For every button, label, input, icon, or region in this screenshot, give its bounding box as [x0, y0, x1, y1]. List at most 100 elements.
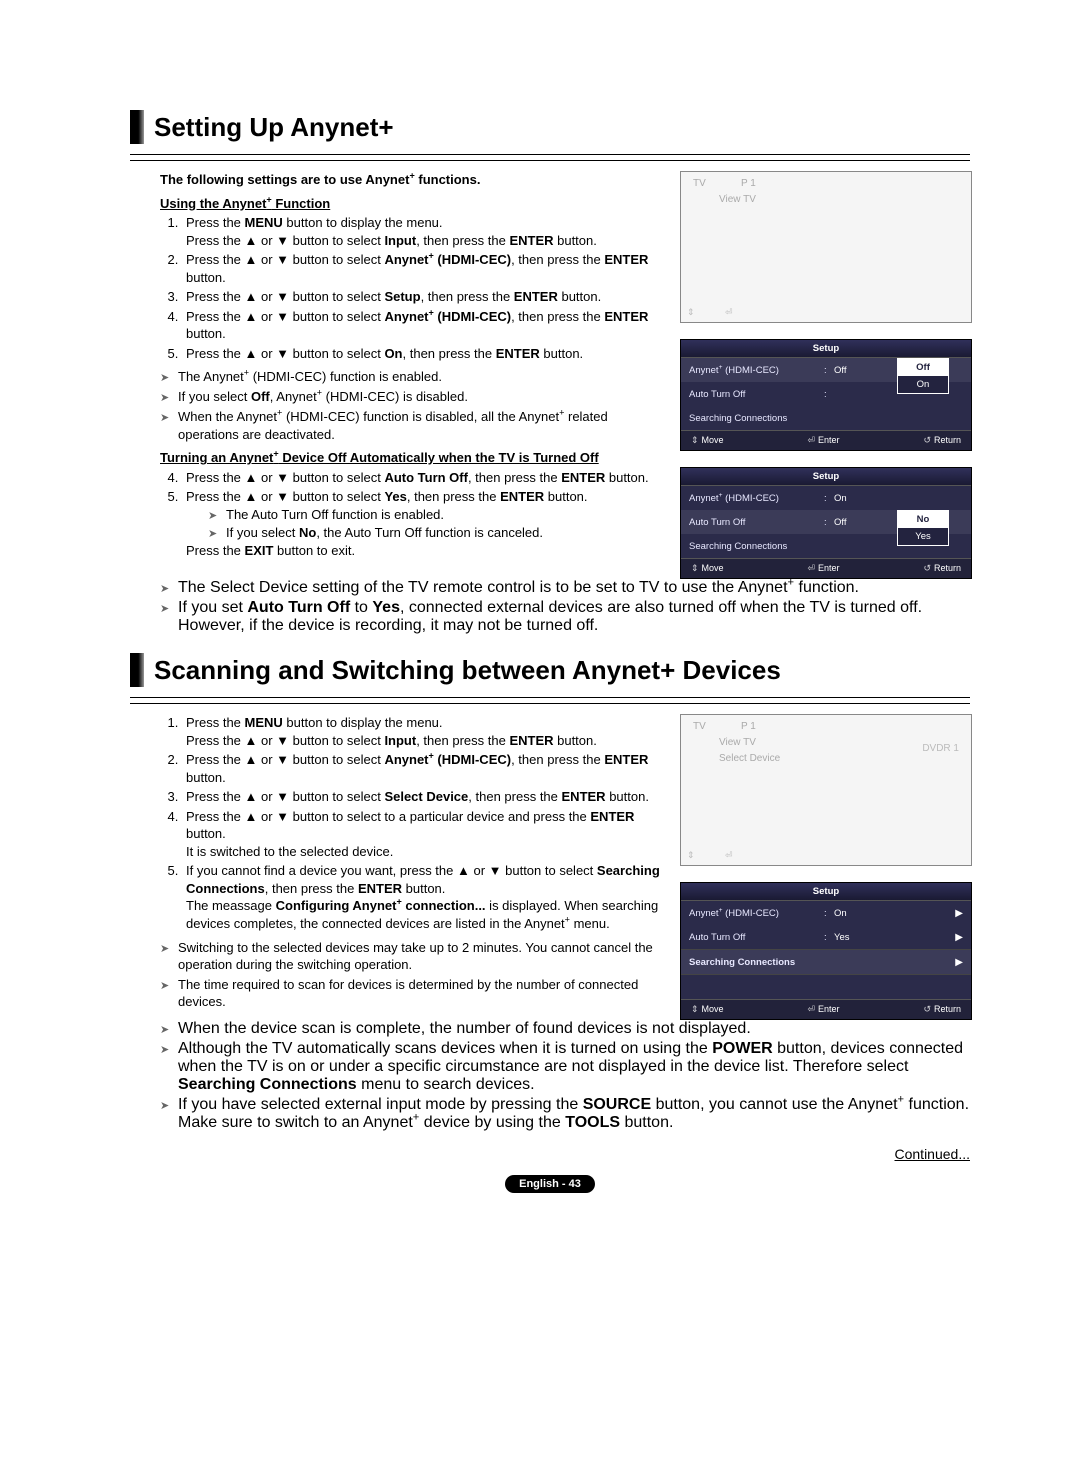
osd-dvdr1: DVDR 1: [922, 743, 959, 754]
note-arrow-icon: [160, 368, 178, 386]
step-item: Press the MENU button to display the men…: [182, 214, 666, 249]
subheading-auto-off: Turning an Anynet+ Device Off Automatica…: [160, 449, 666, 467]
osd-nav-icons: ⇕ ⏎: [687, 307, 736, 318]
note-arrow-icon: [160, 976, 178, 1011]
osd-footer: Move Enter Return: [681, 430, 971, 450]
step-item: Press the MENU button to display the men…: [182, 714, 666, 749]
section-1-title: Setting Up Anynet+: [154, 112, 394, 143]
note-arrow-icon: [208, 506, 226, 524]
footer-enter: Enter: [807, 1004, 839, 1015]
step-item: If you cannot find a device you want, pr…: [182, 862, 666, 932]
subheading-using-anynet: Using the Anynet+ Function: [160, 195, 666, 213]
osd-tv-label: TV: [693, 178, 706, 189]
footer-enter: Enter: [807, 435, 839, 446]
osd-row-searching[interactable]: Searching Connections: [681, 406, 971, 430]
note-item: When the device scan is complete, the nu…: [160, 1020, 970, 1038]
footer-return: Return: [923, 1004, 961, 1015]
note-arrow-icon: [160, 388, 178, 406]
osd-setup-box-1: Setup Anynet+ (HDMI-CEC):Off Off On Auto…: [680, 339, 972, 451]
sub-note: The Auto Turn Off function is enabled.: [208, 506, 666, 524]
footer-return: Return: [923, 563, 961, 574]
note-item: If you select Off, Anynet+ (HDMI-CEC) is…: [160, 388, 666, 406]
continued-label: Continued...: [130, 1146, 970, 1162]
step-item: Press the ▲ or ▼ button to select Auto T…: [182, 469, 666, 487]
osd-spacer: [681, 975, 971, 999]
footer-move: Move: [691, 1004, 724, 1015]
step-item: Press the ▲ or ▼ button to select Anynet…: [182, 251, 666, 286]
osd-setup-header: Setup: [681, 340, 971, 358]
section-1-header: Setting Up Anynet+: [130, 110, 970, 144]
dropdown-option-no[interactable]: No: [898, 511, 948, 528]
osd-view-tv: View TV: [719, 194, 756, 205]
osd-input-menu-2: TV P 1 View TV Select Device DVDR 1 ⇕ ⏎: [680, 714, 972, 866]
header-bar-icon: [130, 653, 144, 687]
steps-list-2: Press the ▲ or ▼ button to select Auto T…: [160, 469, 666, 559]
osd-row-anynet[interactable]: Anynet+ (HDMI-CEC):On: [681, 486, 971, 510]
osd-p1-label: P 1: [741, 721, 756, 732]
note-arrow-icon: [160, 1020, 178, 1038]
dropdown-option-off[interactable]: Off: [898, 359, 948, 376]
footer-enter: Enter: [807, 563, 839, 574]
divider: [130, 697, 970, 704]
osd-view-tv: View TV: [719, 737, 756, 748]
osd-row-autooff[interactable]: Auto Turn Off:Yes▶: [681, 925, 971, 949]
header-bar-icon: [130, 110, 144, 144]
osd-row-autooff[interactable]: Auto Turn Off:Off No Yes: [681, 510, 971, 534]
intro-text: The following settings are to use Anynet…: [160, 171, 666, 189]
note-arrow-icon: [160, 599, 178, 635]
section-2-title: Scanning and Switching between Anynet+ D…: [154, 655, 781, 686]
osd-select-device: Select Device: [719, 753, 780, 764]
note-arrow-icon: [208, 524, 226, 542]
note-item: If you have selected external input mode…: [160, 1096, 970, 1132]
step-item: Press the ▲ or ▼ button to select Anynet…: [182, 751, 666, 786]
osd-nav-icons: ⇕ ⏎: [687, 850, 736, 861]
step-item: Press the ▲ or ▼ button to select Setup,…: [182, 288, 666, 306]
footer-move: Move: [691, 563, 724, 574]
divider: [130, 154, 970, 161]
osd-row-anynet[interactable]: Anynet+ (HDMI-CEC):Off Off On: [681, 358, 971, 382]
note-item: The Anynet+ (HDMI-CEC) function is enabl…: [160, 368, 666, 386]
page-footer: English - 43: [130, 1174, 970, 1193]
page-number-pill: English - 43: [505, 1175, 595, 1193]
osd-p1-label: P 1: [741, 178, 756, 189]
osd-dropdown-off-on[interactable]: Off On: [897, 358, 949, 394]
note-item: The time required to scan for devices is…: [160, 976, 666, 1011]
step-item: Press the ▲ or ▼ button to select On, th…: [182, 345, 666, 363]
note-arrow-icon: [160, 1040, 178, 1094]
osd-dropdown-no-yes[interactable]: No Yes: [897, 510, 949, 546]
chevron-right-icon: ▶: [951, 932, 963, 943]
osd-tv-label: TV: [693, 721, 706, 732]
osd-row-searching[interactable]: Searching Connections▶: [681, 949, 971, 975]
osd-footer: Move Enter Return: [681, 999, 971, 1019]
sub-note: If you select No, the Auto Turn Off func…: [208, 524, 666, 542]
step-item: Press the ▲ or ▼ button to select Yes, t…: [182, 488, 666, 559]
note-item: When the Anynet+ (HDMI-CEC) function is …: [160, 408, 666, 443]
note-arrow-icon: [160, 939, 178, 974]
osd-row-anynet[interactable]: Anynet+ (HDMI-CEC):On▶: [681, 901, 971, 925]
dropdown-option-yes[interactable]: Yes: [898, 528, 948, 545]
note-item: Although the TV automatically scans devi…: [160, 1040, 970, 1094]
steps-list-scan: Press the MENU button to display the men…: [160, 714, 666, 933]
footer-return: Return: [923, 435, 961, 446]
note-item: The Select Device setting of the TV remo…: [160, 579, 970, 597]
step-item: Press the ▲ or ▼ button to select Select…: [182, 788, 666, 806]
osd-input-menu-1: TV P 1 View TV ⇕ ⏎: [680, 171, 972, 323]
steps-list-1: Press the MENU button to display the men…: [160, 214, 666, 362]
osd-footer: Move Enter Return: [681, 558, 971, 578]
osd-setup-box-3: Setup Anynet+ (HDMI-CEC):On▶ Auto Turn O…: [680, 882, 972, 1020]
step-item: Press the ▲ or ▼ button to select to a p…: [182, 808, 666, 861]
note-item: Switching to the selected devices may ta…: [160, 939, 666, 974]
note-arrow-icon: [160, 1096, 178, 1132]
chevron-right-icon: ▶: [951, 957, 963, 968]
note-item: If you set Auto Turn Off to Yes, connect…: [160, 599, 970, 635]
note-arrow-icon: [160, 408, 178, 443]
note-arrow-icon: [160, 579, 178, 597]
step-item: Press the ▲ or ▼ button to select Anynet…: [182, 308, 666, 343]
osd-setup-header: Setup: [681, 468, 971, 486]
osd-setup-box-2: Setup Anynet+ (HDMI-CEC):On Auto Turn Of…: [680, 467, 972, 579]
dropdown-option-on[interactable]: On: [898, 376, 948, 393]
chevron-right-icon: ▶: [951, 908, 963, 919]
section-2-header: Scanning and Switching between Anynet+ D…: [130, 653, 970, 687]
footer-move: Move: [691, 435, 724, 446]
osd-setup-header: Setup: [681, 883, 971, 901]
